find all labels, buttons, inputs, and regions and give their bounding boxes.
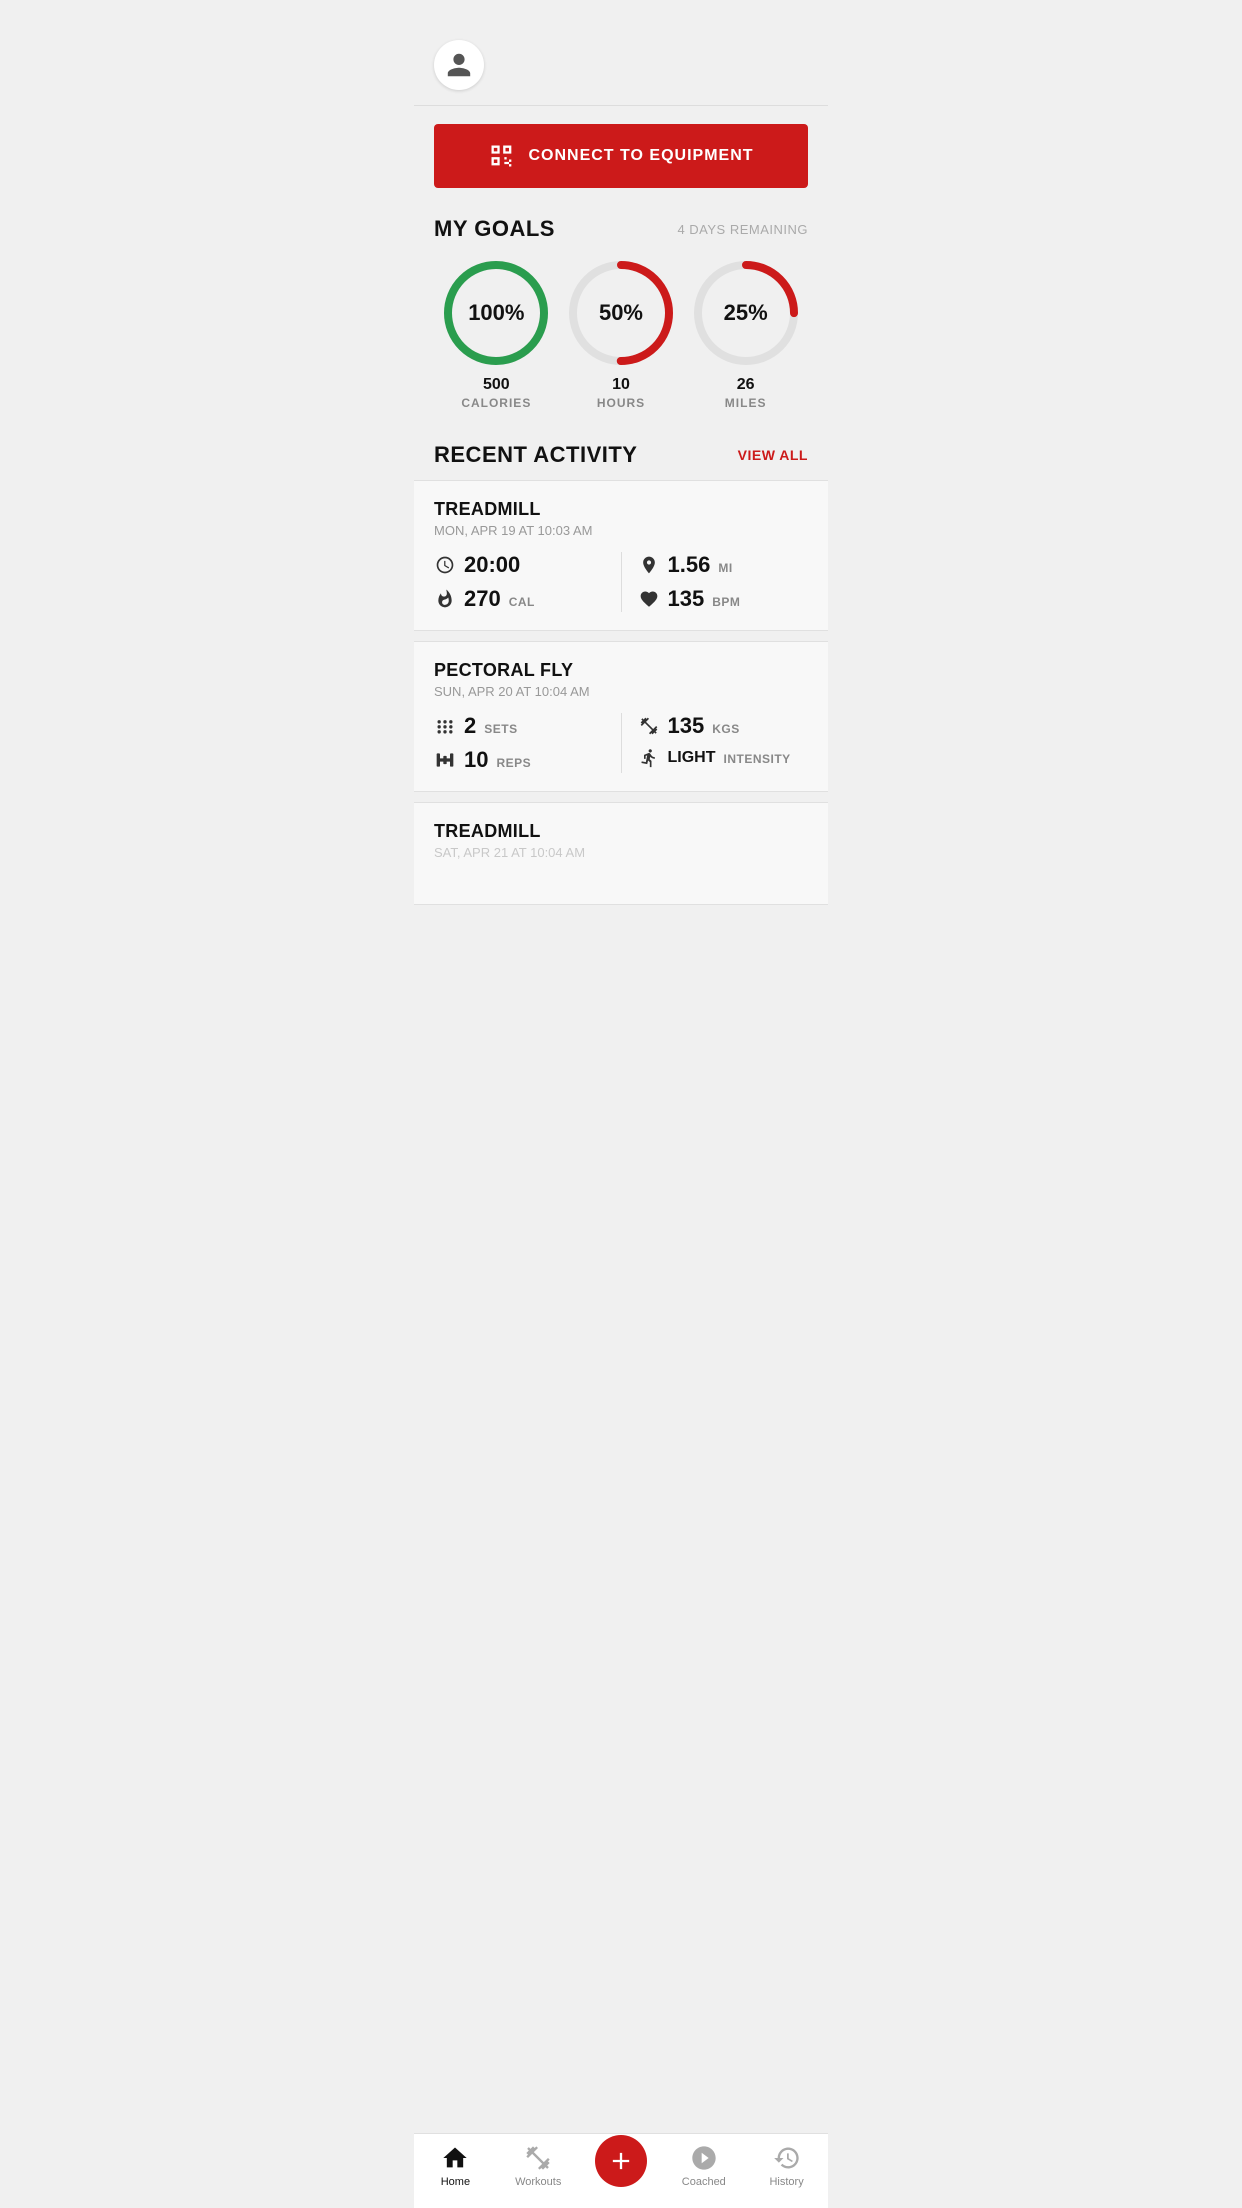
calories-unit: CAL: [509, 595, 535, 609]
nav-coached-label: Coached: [682, 2176, 726, 2188]
stat-intensity: LIGHT INTENSITY: [638, 747, 809, 769]
activity-card-treadmill-1[interactable]: TREADMILL MON, APR 19 AT 10:03 AM 20:00 …: [414, 480, 828, 631]
calories-value: 500: [461, 376, 531, 394]
location-icon: [638, 554, 660, 576]
nav-home-label: Home: [441, 2176, 470, 2188]
nav-add[interactable]: [580, 2145, 663, 2187]
view-all-button[interactable]: VIEW ALL: [738, 447, 808, 463]
workouts-icon: [524, 2144, 552, 2172]
sets-value: 2: [464, 713, 476, 739]
activity-date: SUN, APR 20 AT 10:04 AM: [434, 684, 808, 699]
plus-icon: [607, 2147, 635, 2175]
recent-activity-header: RECENT ACTIVITY VIEW ALL: [414, 432, 828, 480]
nav-coached[interactable]: Coached: [662, 2144, 745, 2188]
nav-history[interactable]: History: [745, 2144, 828, 2188]
goal-hours: 50% 10 HOURS: [566, 258, 676, 412]
miles-percent: 25%: [724, 300, 768, 326]
goal-calories: 100% 500 CALORIES: [441, 258, 551, 412]
sets-unit: SETS: [484, 722, 517, 736]
sets-icon: [434, 715, 456, 737]
duration-value: 20:00: [464, 552, 520, 578]
heart-icon: [638, 588, 660, 610]
stat-calories: 270 CAL: [434, 586, 605, 612]
hours-value: 10: [597, 376, 645, 394]
reps-value: 10: [464, 747, 488, 773]
machine-icon: [434, 749, 456, 771]
distance-unit: MI: [718, 561, 732, 575]
calories-unit: CALORIES: [461, 396, 531, 410]
activity-date: SAT, APR 21 AT 10:04 AM: [434, 845, 808, 860]
nav-workouts-label: Workouts: [515, 2176, 561, 2188]
coached-icon: [690, 2144, 718, 2172]
goals-section: MY GOALS 4 DAYS REMAINING 100% 500 CAL: [414, 206, 828, 432]
bottom-nav: Home Workouts Coached History: [414, 2133, 828, 2208]
nav-workouts[interactable]: Workouts: [497, 2144, 580, 2188]
calories-value: 270: [464, 586, 501, 612]
qr-code-icon: [488, 142, 516, 170]
nav-history-label: History: [769, 2176, 803, 2188]
goals-title: MY GOALS: [434, 216, 555, 242]
user-icon: [445, 51, 473, 79]
add-button[interactable]: [595, 2135, 647, 2187]
activity-name: TREADMILL: [434, 499, 808, 520]
heartrate-unit: BPM: [712, 595, 740, 609]
activity-name: TREADMILL: [434, 821, 808, 842]
avatar[interactable]: [434, 40, 484, 90]
stat-sets: 2 SETS: [434, 713, 605, 739]
stat-reps: 10 REPS: [434, 747, 605, 773]
fire-icon: [434, 588, 456, 610]
header: [414, 0, 828, 106]
miles-value: 26: [725, 376, 767, 394]
calories-percent: 100%: [468, 300, 524, 326]
stat-weight: 135 KGS: [638, 713, 809, 739]
miles-unit: MILES: [725, 396, 767, 410]
goal-miles: 25% 26 MILES: [691, 258, 801, 412]
activity-card-treadmill-2[interactable]: TREADMILL SAT, APR 21 AT 10:04 AM: [414, 802, 828, 905]
hours-percent: 50%: [599, 300, 643, 326]
stat-heartrate: 135 BPM: [638, 586, 809, 612]
history-icon: [773, 2144, 801, 2172]
home-icon: [441, 2144, 469, 2172]
stat-distance: 1.56 MI: [638, 552, 809, 578]
activity-card-pectoral-fly[interactable]: PECTORAL FLY SUN, APR 20 AT 10:04 AM 2 S…: [414, 641, 828, 792]
recent-activity-title: RECENT ACTIVITY: [434, 442, 637, 468]
weight-unit: KGS: [712, 722, 740, 736]
weight-value: 135: [668, 713, 705, 739]
intensity-unit: INTENSITY: [724, 752, 791, 766]
activity-name: PECTORAL FLY: [434, 660, 808, 681]
barbell-icon: [638, 715, 660, 737]
activity-date: MON, APR 19 AT 10:03 AM: [434, 523, 808, 538]
hours-unit: HOURS: [597, 396, 645, 410]
clock-icon: [434, 554, 456, 576]
stat-duration: 20:00: [434, 552, 605, 578]
connect-button-label: CONNECT TO EQUIPMENT: [528, 147, 753, 165]
intensity-icon: [638, 747, 660, 769]
connect-equipment-button[interactable]: CONNECT TO EQUIPMENT: [434, 124, 808, 188]
nav-home[interactable]: Home: [414, 2144, 497, 2188]
goals-row: 100% 500 CALORIES 50% 10 H: [434, 258, 808, 412]
distance-value: 1.56: [668, 552, 711, 578]
days-remaining: 4 DAYS REMAINING: [677, 222, 808, 237]
intensity-value: LIGHT: [668, 749, 716, 767]
heartrate-value: 135: [668, 586, 705, 612]
reps-unit: REPS: [496, 756, 531, 770]
